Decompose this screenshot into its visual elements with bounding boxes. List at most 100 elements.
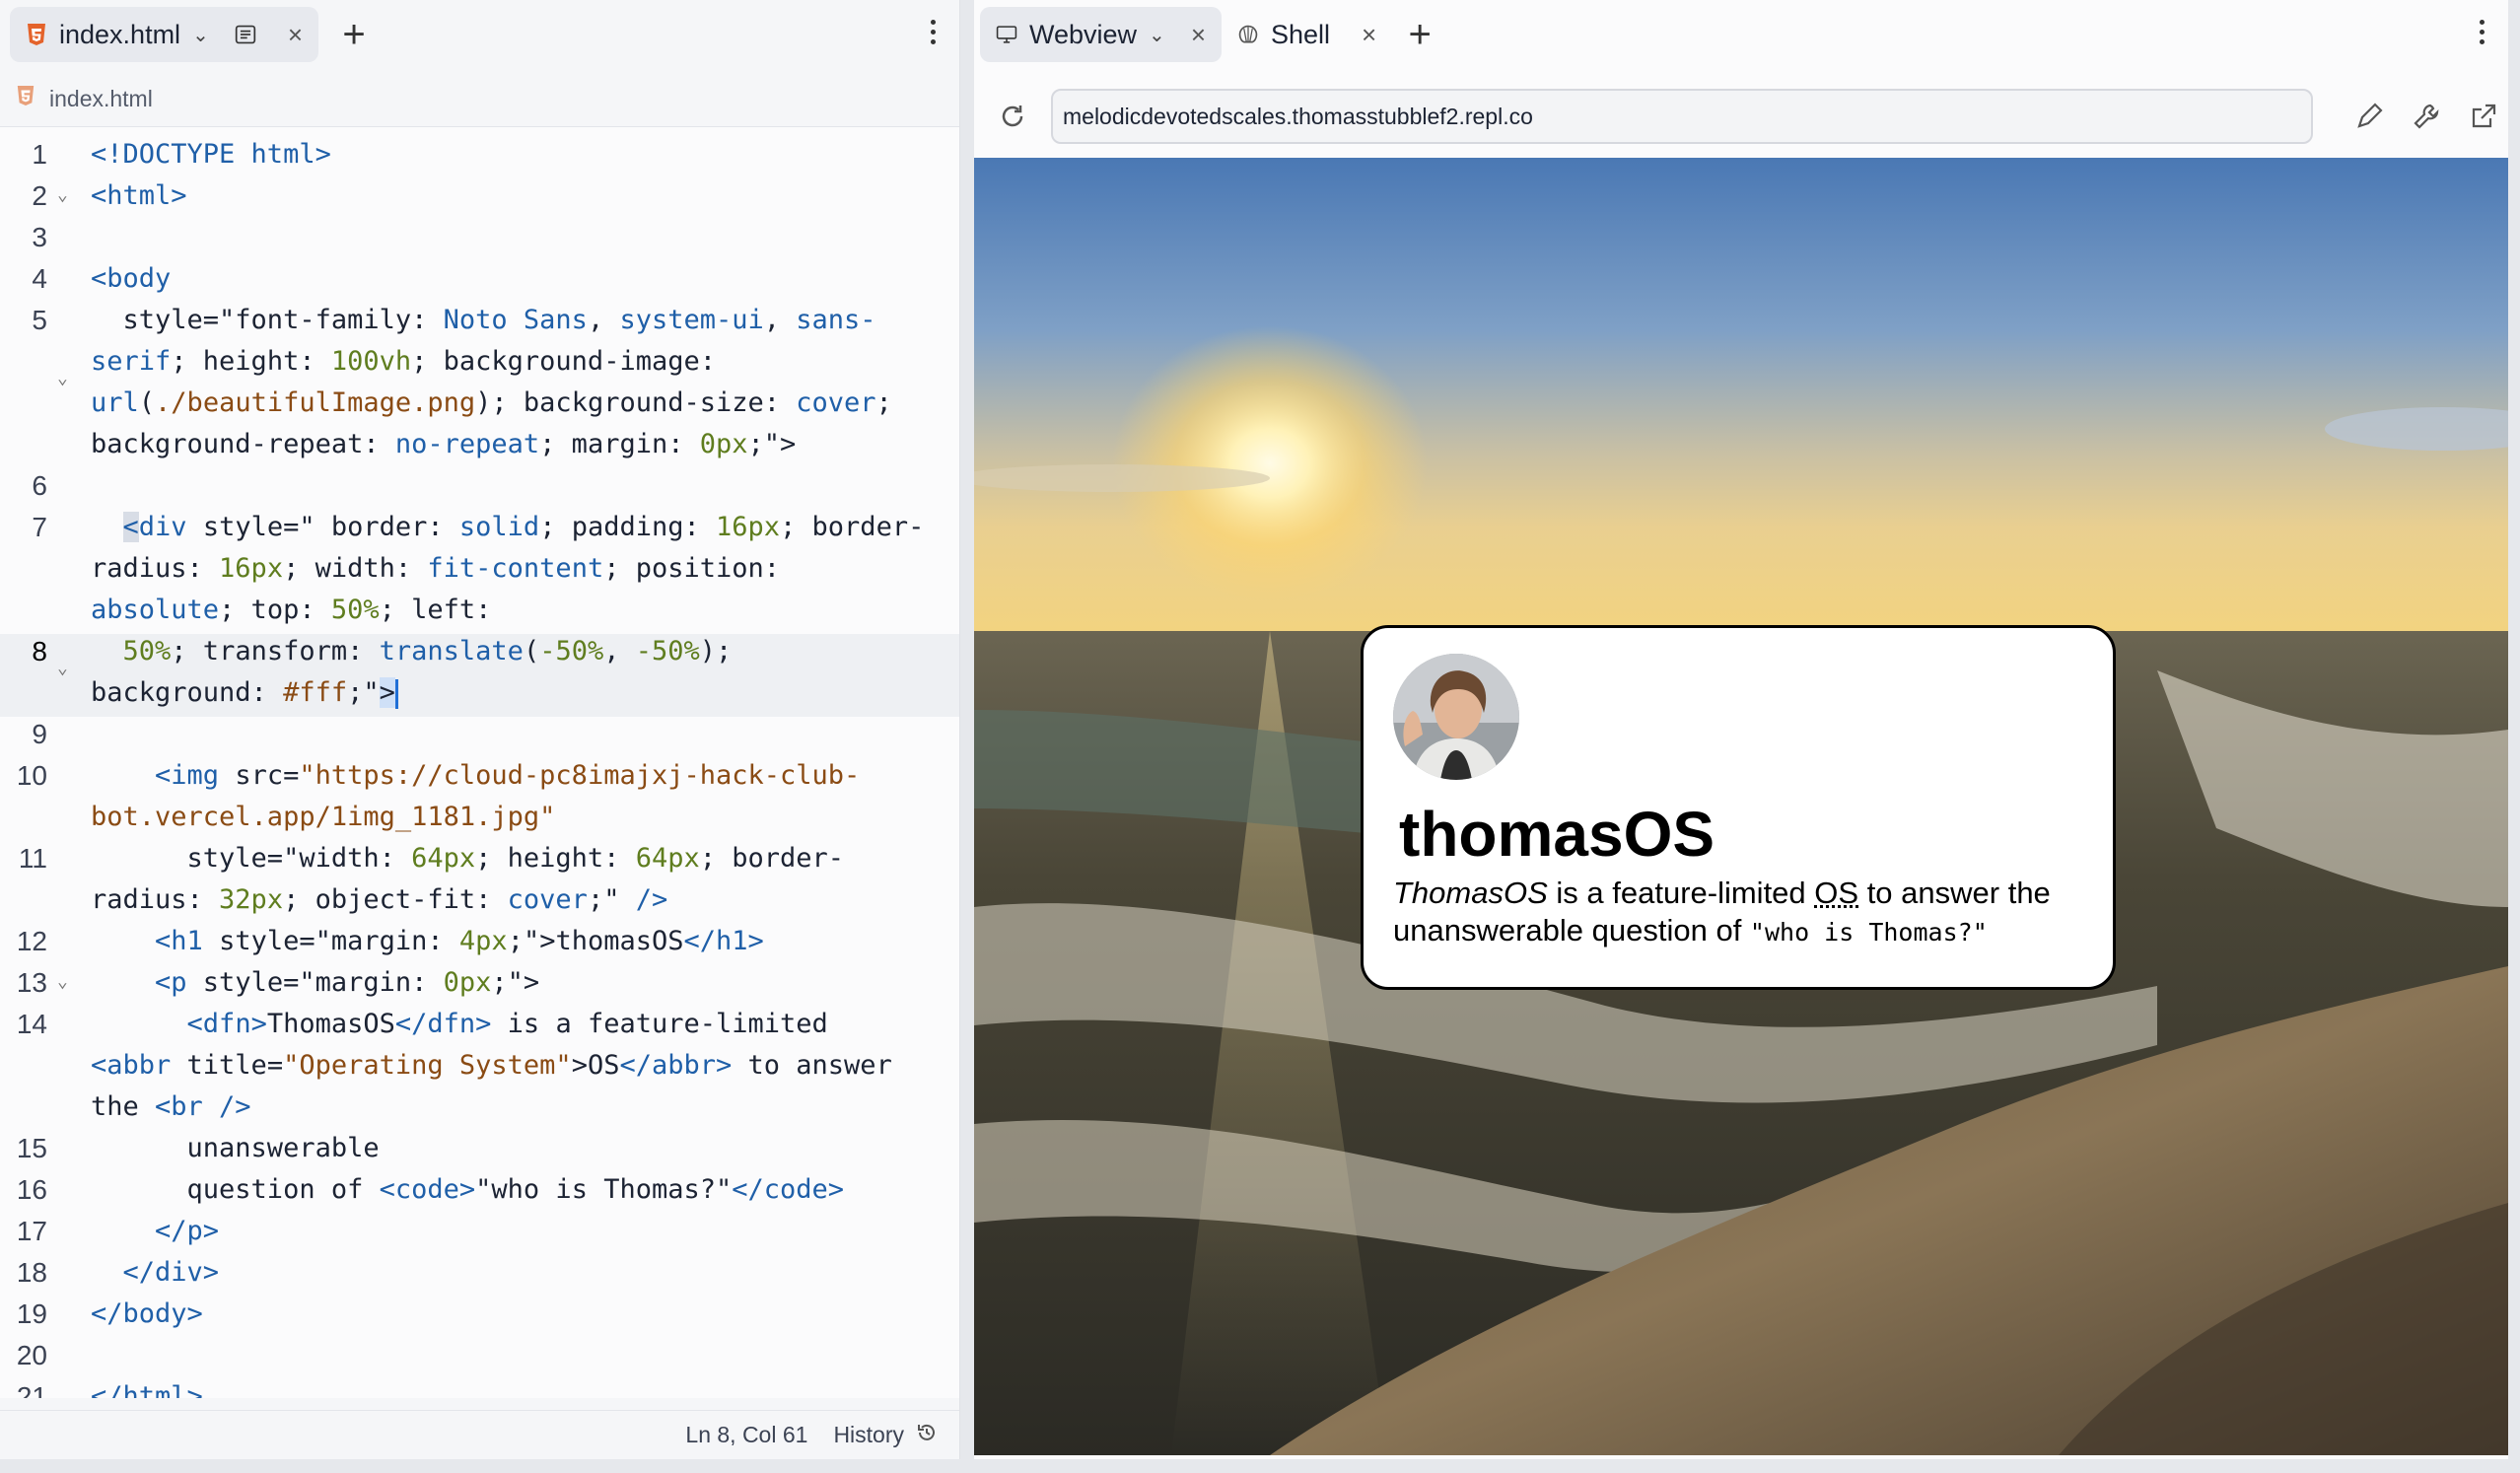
- history-button[interactable]: History: [833, 1422, 938, 1449]
- tab-label: index.html: [59, 19, 181, 49]
- webview-tabbar: Webview ⌄ × Shell × +: [974, 0, 2508, 69]
- code-line: <dfn>ThomasOS</dfn> is a feature-limited: [186, 1009, 828, 1039]
- more-options-icon[interactable]: [928, 20, 938, 44]
- avatar: [1393, 654, 1519, 780]
- history-icon: [916, 1422, 938, 1449]
- tab-shell[interactable]: Shell ×: [1222, 7, 1392, 62]
- fold-chevron-icon[interactable]: ⌄: [57, 184, 68, 205]
- profile-card: thomasOS ThomasOS is a feature-limited O…: [1361, 625, 2116, 990]
- fold-chevron-icon[interactable]: ⌄: [57, 368, 68, 388]
- line-number: 7: [32, 512, 47, 542]
- monitor-icon: [996, 24, 1017, 45]
- tab-webview[interactable]: Webview ⌄ ×: [980, 7, 1222, 62]
- code-line: background: #fff;">: [91, 677, 398, 709]
- card-title: thomasOS: [1399, 799, 1715, 870]
- line-number: 17: [16, 1216, 47, 1246]
- code-line: </html>: [91, 1381, 203, 1398]
- reader-mode-icon[interactable]: [235, 24, 256, 45]
- description-text: is a feature-limited: [1547, 876, 1815, 910]
- editor-tabbar: index.html ⌄ × +: [0, 0, 959, 69]
- code-line: <html>: [91, 180, 187, 211]
- line-number: 10: [16, 760, 47, 791]
- question-code: "who is Thomas?": [1749, 918, 1988, 947]
- code-line: <!DOCTYPE html>: [91, 139, 331, 170]
- breadcrumb: index.html: [16, 79, 153, 118]
- line-number: 18: [16, 1257, 47, 1288]
- code-line: </p>: [155, 1216, 220, 1246]
- code-line: absolute; top: 50%; left:: [91, 595, 492, 625]
- open-external-icon[interactable]: [2467, 100, 2500, 133]
- history-label: History: [833, 1422, 904, 1447]
- code-line: bot.vercel.app/1img_1181.jpg": [91, 802, 556, 832]
- line-number: 3: [32, 222, 47, 252]
- code-line: radius: 32px; object-fit: cover;" />: [91, 884, 668, 915]
- cursor-position[interactable]: Ln 8, Col 61: [685, 1422, 807, 1448]
- code-line: <abbr title="Operating System">OS</abbr>…: [91, 1050, 892, 1081]
- line-number: 14: [16, 1009, 47, 1039]
- webview-urlbar: melodicdevotedscales.thomasstubblef2.rep…: [974, 79, 2508, 154]
- description-text: unanswerable question of: [1393, 913, 1750, 947]
- url-input[interactable]: melodicdevotedscales.thomasstubblef2.rep…: [1051, 89, 2313, 144]
- tab-index-html[interactable]: index.html ⌄ ×: [10, 7, 319, 62]
- code-line: <h1 style="margin: 4px;">thomasOS</h1>: [155, 926, 764, 956]
- code-line: unanswerable: [91, 1133, 380, 1163]
- close-icon[interactable]: ×: [1191, 20, 1206, 50]
- code-line: <div style=" border: solid; padding: 16p…: [122, 512, 925, 542]
- html5-file-icon: [16, 85, 35, 112]
- line-number: 16: [16, 1174, 47, 1205]
- editor-pane: index.html ⌄ × + index.html 1 2 3 4 5 6 …: [0, 0, 960, 1459]
- code-line: </div>: [122, 1257, 220, 1288]
- webview-pane: Webview ⌄ × Shell × + melodicdevotedscal…: [974, 0, 2508, 1459]
- editor-statusbar: Ln 8, Col 61 History: [0, 1410, 959, 1459]
- line-number: 19: [16, 1298, 47, 1329]
- code-line: <body: [91, 263, 172, 294]
- wrench-icon[interactable]: [2410, 100, 2443, 133]
- os-abbreviation[interactable]: OS: [1814, 876, 1858, 910]
- line-number: 13: [16, 967, 47, 998]
- code-editor[interactable]: 1 2 3 4 5 6 7 8 9 10 11 12 13 14 15 16 1…: [0, 126, 959, 1398]
- close-icon[interactable]: ×: [1362, 20, 1376, 50]
- description-text: to answer the: [1858, 876, 2051, 910]
- code-line: question of <code>"who is Thomas?"</code…: [91, 1174, 845, 1205]
- webview-viewport[interactable]: thomasOS ThomasOS is a feature-limited O…: [974, 158, 2508, 1455]
- code-line: </body>: [91, 1298, 203, 1329]
- tab-label: Shell: [1271, 19, 1331, 49]
- line-number: 1: [32, 139, 47, 170]
- code-line: the <br />: [91, 1091, 251, 1122]
- code-line: background-repeat: no-repeat; margin: 0p…: [91, 429, 797, 459]
- fold-chevron-icon[interactable]: ⌄: [57, 971, 68, 992]
- chevron-down-icon[interactable]: ⌄: [192, 23, 209, 47]
- close-icon[interactable]: ×: [288, 20, 303, 50]
- code-line: style="font-family: Noto Sans, system-ui…: [91, 305, 876, 335]
- replit-workspace: index.html ⌄ × + index.html 1 2 3 4 5 6 …: [0, 0, 2520, 1473]
- code-line: url(./beautifulImage.png); background-si…: [91, 387, 892, 418]
- line-number: 5: [32, 305, 47, 335]
- line-number: 21: [16, 1381, 47, 1398]
- line-number: 15: [16, 1133, 47, 1163]
- line-number: 8: [32, 636, 47, 666]
- avatar-photo: [1393, 654, 1519, 780]
- code-line: style="width: 64px; height: 64px; border…: [91, 843, 845, 874]
- code-line: serif; height: 100vh; background-image:: [91, 346, 716, 377]
- card-description: ThomasOS is a feature-limited OS to answ…: [1393, 875, 2083, 951]
- code-line: <p style="margin: 0px;">: [155, 967, 540, 998]
- html5-file-icon: [26, 24, 47, 45]
- tab-label: Webview: [1029, 19, 1138, 49]
- definition-term: ThomasOS: [1393, 876, 1548, 910]
- code-line: 50%; transform: translate(-50%, -50%);: [122, 636, 733, 666]
- chevron-down-icon[interactable]: ⌄: [1149, 23, 1165, 47]
- more-options-icon[interactable]: [2477, 20, 2486, 44]
- fold-chevron-icon[interactable]: ⌄: [57, 658, 68, 678]
- line-number: 11: [18, 843, 47, 874]
- new-tab-button[interactable]: +: [1392, 7, 1447, 62]
- new-tab-button[interactable]: +: [326, 7, 382, 62]
- pencil-icon[interactable]: [2352, 100, 2386, 133]
- refresh-icon[interactable]: [996, 100, 1029, 133]
- line-number: 4: [32, 263, 47, 294]
- line-number: 20: [16, 1340, 47, 1370]
- line-number: 2: [32, 180, 47, 211]
- shell-icon: [1237, 24, 1259, 45]
- text-cursor: [394, 678, 398, 709]
- breadcrumb-file[interactable]: index.html: [49, 86, 153, 112]
- line-number: 12: [16, 926, 47, 956]
